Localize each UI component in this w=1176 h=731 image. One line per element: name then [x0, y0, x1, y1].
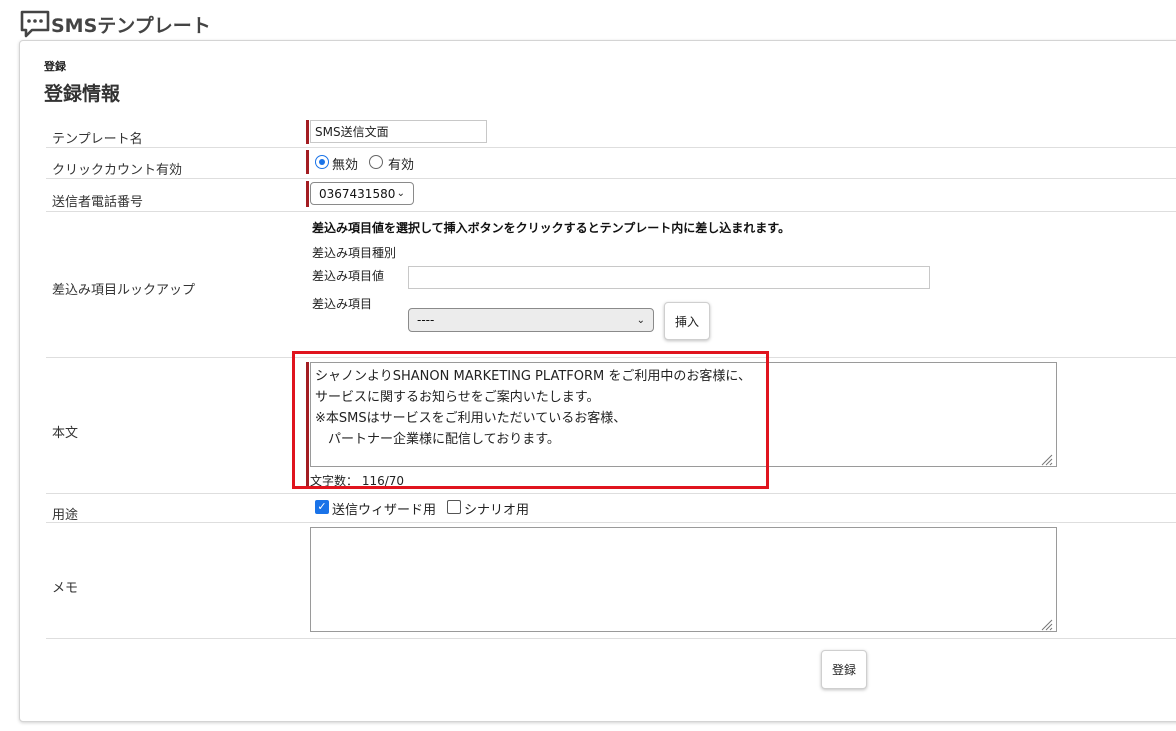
merge-instruction: 差込み項目値を選択して挿入ボタンをクリックするとテンプレート内に差し込まれます。 [312, 221, 791, 235]
body-label: 本文 [52, 426, 79, 441]
usage-wizard-label: 送信ウィザード用 [332, 503, 437, 518]
required-indicator [306, 181, 309, 207]
row-merge-lookup: 差込み項目ルックアップ 差込み項目値を選択して挿入ボタンをクリックするとテンプレ… [46, 212, 1176, 358]
click-count-disabled-label: 無効 [332, 158, 359, 173]
memo-label: メモ [52, 581, 79, 596]
highlight-annotation [292, 351, 769, 489]
merge-type-label: 差込み項目種別 [312, 246, 397, 260]
insert-button[interactable]: 挿入 [664, 302, 710, 340]
resize-grip-icon[interactable] [1041, 454, 1053, 466]
merge-value-input[interactable] [408, 266, 930, 289]
merge-lookup-label: 差込み項目ルックアップ [52, 283, 196, 298]
register-button[interactable]: 登録 [821, 650, 867, 689]
required-indicator [306, 120, 309, 144]
chat-bubble-icon [20, 10, 50, 38]
merge-item-value: ---- [417, 313, 435, 327]
row-usage: 用途 ✓ 送信ウィザード用 シナリオ用 [46, 494, 1176, 523]
page-title: SMSテンプレート [51, 14, 211, 37]
page-header: SMSテンプレート [20, 8, 211, 40]
usage-scenario-checkbox[interactable] [447, 500, 461, 514]
merge-item-select[interactable]: ---- ⌄ [408, 308, 654, 332]
resize-grip-icon[interactable] [1041, 619, 1053, 631]
template-name-label: テンプレート名 [52, 132, 143, 147]
row-click-count: クリックカウント有効 無効 有効 [46, 148, 1176, 179]
required-indicator [306, 150, 309, 174]
sender-phone-label: 送信者電話番号 [52, 195, 144, 210]
chevron-down-icon: ⌄ [396, 188, 405, 199]
merge-value-label: 差込み項目値 [312, 269, 385, 283]
template-name-input[interactable]: SMS送信文面 [310, 120, 487, 143]
row-template-name: テンプレート名 SMS送信文面 [46, 118, 1176, 148]
row-sender-phone: 送信者電話番号 0367431580 ⌄ [46, 179, 1176, 212]
sender-phone-select[interactable]: 0367431580 ⌄ [310, 182, 414, 205]
click-count-disabled-radio[interactable] [315, 155, 329, 169]
click-count-enabled-radio[interactable] [369, 155, 383, 169]
usage-scenario-label: シナリオ用 [464, 503, 530, 518]
usage-wizard-checkbox[interactable]: ✓ [315, 500, 329, 514]
section-label: 登録 [44, 60, 66, 73]
click-count-enabled-label: 有効 [388, 158, 415, 173]
row-memo: メモ [46, 523, 1176, 639]
chevron-down-icon: ⌄ [636, 314, 645, 326]
section-title: 登録情報 [44, 83, 121, 105]
click-count-label: クリックカウント有効 [52, 163, 183, 178]
merge-item-label: 差込み項目 [312, 297, 373, 311]
memo-textarea[interactable] [310, 527, 1057, 632]
usage-label: 用途 [52, 508, 79, 523]
sender-phone-value: 0367431580 [319, 186, 396, 201]
